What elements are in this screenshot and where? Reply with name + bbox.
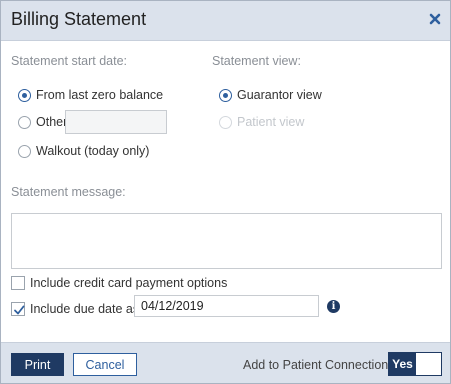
credit-card-checkbox[interactable]	[11, 276, 25, 290]
due-date-checkbox[interactable]	[11, 302, 25, 316]
due-date-input[interactable]: 04/12/2019	[134, 295, 319, 317]
billing-statement-dialog: Billing Statement Statement start date: …	[0, 0, 451, 384]
statement-message-label: Statement message:	[11, 185, 126, 199]
toggle-knob	[416, 353, 441, 375]
radio-label: From last zero balance	[36, 88, 164, 102]
credit-card-option[interactable]: Include credit card payment options	[11, 274, 227, 292]
radio-label: Guarantor view	[237, 88, 322, 102]
due-date-option[interactable]: Include due date as	[11, 300, 139, 318]
radio-label: Patient view	[237, 115, 305, 129]
due-date-label: Include due date as	[30, 302, 140, 316]
radio-button	[219, 115, 232, 129]
other-date-input[interactable]	[65, 110, 167, 134]
radio-walkout[interactable]: Walkout (today only)	[18, 142, 149, 160]
credit-card-label: Include credit card payment options	[30, 276, 228, 290]
info-icon[interactable]: i	[327, 300, 340, 313]
print-button[interactable]: Print	[11, 353, 64, 376]
radio-button[interactable]	[18, 144, 31, 158]
dialog-title: Billing Statement	[11, 9, 147, 29]
patient-connection-label: Add to Patient Connection	[243, 358, 389, 372]
statement-message-textarea[interactable]	[11, 213, 442, 269]
radio-label: Other	[36, 115, 68, 129]
radio-other[interactable]: Other	[18, 113, 67, 131]
radio-from-last-zero-balance[interactable]: From last zero balance	[18, 86, 163, 104]
close-icon[interactable]	[428, 12, 442, 26]
radio-button[interactable]	[219, 88, 232, 102]
dialog-footer: Print Cancel Add to Patient Connection Y…	[1, 342, 450, 383]
radio-button[interactable]	[18, 115, 31, 129]
dialog-titlebar: Billing Statement	[1, 1, 450, 41]
cancel-button[interactable]: Cancel	[73, 353, 137, 376]
radio-label: Walkout (today only)	[36, 144, 150, 158]
start-date-label: Statement start date:	[11, 54, 128, 68]
radio-button[interactable]	[18, 88, 31, 102]
checkmark-icon	[14, 305, 25, 315]
patient-connection-toggle[interactable]: Yes	[388, 352, 442, 376]
statement-view-label: Statement view:	[212, 54, 301, 68]
toggle-yes-label: Yes	[389, 353, 416, 375]
radio-guarantor-view[interactable]: Guarantor view	[219, 86, 322, 104]
radio-patient-view: Patient view	[219, 113, 304, 131]
